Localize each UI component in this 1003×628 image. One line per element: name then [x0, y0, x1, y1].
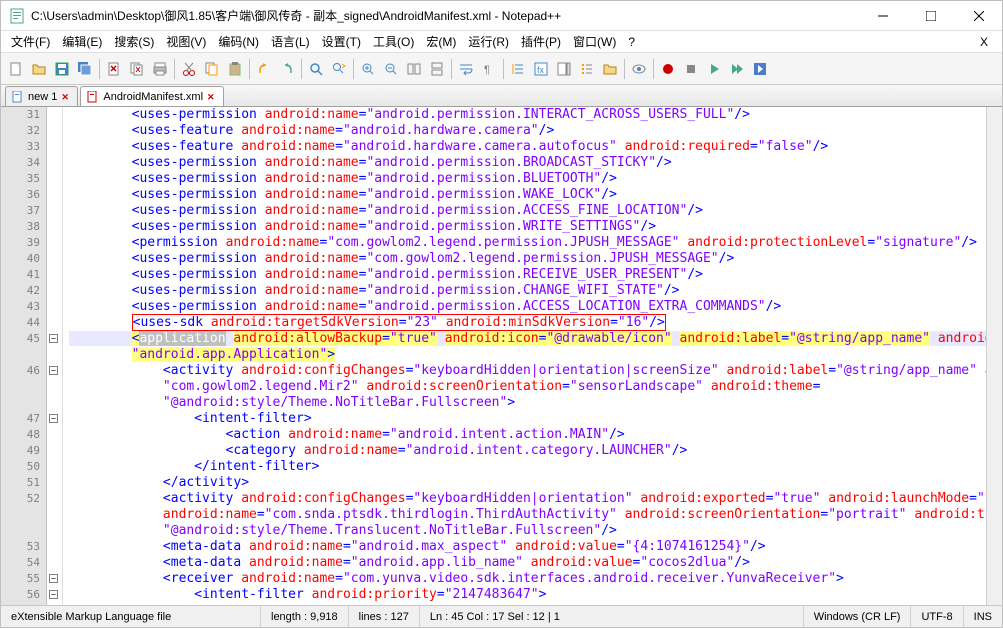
zoom-out-icon[interactable]	[380, 58, 402, 80]
save-all-icon[interactable]	[74, 58, 96, 80]
menu-help[interactable]: ?	[622, 33, 641, 51]
fold-column[interactable]: − − − − −	[47, 107, 63, 605]
status-position: Ln : 45 Col : 17 Sel : 12 | 1	[420, 606, 804, 627]
minimize-button[interactable]	[868, 1, 898, 31]
titlebar: C:\Users\admin\Desktop\御风1.85\客户端\御风传奇 -…	[1, 1, 1002, 31]
fold-toggle[interactable]: −	[49, 574, 58, 583]
open-file-icon[interactable]	[28, 58, 50, 80]
status-lines: lines : 127	[349, 606, 420, 627]
record-macro-icon[interactable]	[657, 58, 679, 80]
statusbar: eXtensible Markup Language file length :…	[1, 605, 1002, 627]
func-list-icon[interactable]	[576, 58, 598, 80]
svg-text:¶: ¶	[484, 64, 490, 76]
doc-map-icon[interactable]	[553, 58, 575, 80]
sync-v-icon[interactable]	[403, 58, 425, 80]
tab-label: new 1	[28, 91, 57, 103]
monitor-icon[interactable]	[628, 58, 650, 80]
code-content[interactable]: <uses-permission android:name="android.p…	[63, 107, 986, 605]
play-macro-icon[interactable]	[703, 58, 725, 80]
undo-icon[interactable]	[253, 58, 275, 80]
save-macro-icon[interactable]	[749, 58, 771, 80]
status-ins: INS	[964, 606, 1002, 627]
tab-close-icon[interactable]: ✕	[61, 92, 71, 102]
indent-guide-icon[interactable]	[507, 58, 529, 80]
menu-settings[interactable]: 设置(T)	[316, 31, 367, 52]
tab-androidmanifest[interactable]: AndroidManifest.xml ✕	[80, 86, 224, 106]
tab-label: AndroidManifest.xml	[103, 91, 203, 103]
maximize-button[interactable]	[916, 1, 946, 31]
fold-toggle[interactable]: −	[49, 414, 58, 423]
close-all-icon[interactable]	[126, 58, 148, 80]
cut-icon[interactable]	[178, 58, 200, 80]
menu-tools[interactable]: 工具(O)	[367, 31, 420, 52]
stop-macro-icon[interactable]	[680, 58, 702, 80]
vertical-scrollbar[interactable]	[986, 107, 1002, 605]
svg-text:fx: fx	[537, 65, 545, 75]
new-file-icon[interactable]	[5, 58, 27, 80]
play-multi-icon[interactable]	[726, 58, 748, 80]
print-icon[interactable]	[149, 58, 171, 80]
menu-window[interactable]: 窗口(W)	[567, 31, 622, 52]
tabbar: new 1 ✕ AndroidManifest.xml ✕	[1, 85, 1002, 107]
tab-new1[interactable]: new 1 ✕	[5, 86, 78, 106]
menu-language[interactable]: 语言(L)	[265, 31, 316, 52]
menu-run[interactable]: 运行(R)	[462, 31, 515, 52]
menu-plugins[interactable]: 插件(P)	[515, 31, 567, 52]
status-eol: Windows (CR LF)	[804, 606, 912, 627]
menu-edit[interactable]: 编辑(E)	[56, 31, 108, 52]
status-filetype: eXtensible Markup Language file	[1, 606, 261, 627]
find-icon[interactable]	[305, 58, 327, 80]
fold-toggle[interactable]: −	[49, 366, 58, 375]
save-icon[interactable]	[51, 58, 73, 80]
folder-panel-icon[interactable]	[599, 58, 621, 80]
lang-icon[interactable]: fx	[530, 58, 552, 80]
menu-macro[interactable]: 宏(M)	[420, 31, 462, 52]
editor-area[interactable]: 3132333435363738394041424344454647484950…	[1, 107, 1002, 605]
sync-h-icon[interactable]	[426, 58, 448, 80]
show-all-chars-icon[interactable]: ¶	[478, 58, 500, 80]
menu-file[interactable]: 文件(F)	[5, 31, 56, 52]
copy-icon[interactable]	[201, 58, 223, 80]
close-file-icon[interactable]	[103, 58, 125, 80]
close-button[interactable]	[964, 1, 994, 31]
app-icon	[9, 8, 25, 24]
redo-icon[interactable]	[276, 58, 298, 80]
paste-icon[interactable]	[224, 58, 246, 80]
fold-toggle[interactable]: −	[49, 590, 58, 599]
line-number-gutter: 3132333435363738394041424344454647484950…	[1, 107, 47, 605]
file-icon	[87, 91, 99, 103]
file-icon	[12, 91, 24, 103]
word-wrap-icon[interactable]	[455, 58, 477, 80]
tab-close-icon[interactable]: ✕	[207, 92, 217, 102]
zoom-in-icon[interactable]	[357, 58, 379, 80]
menubar: 文件(F) 编辑(E) 搜索(S) 视图(V) 编码(N) 语言(L) 设置(T…	[1, 31, 1002, 53]
menubar-close-button[interactable]: X	[970, 33, 998, 51]
replace-icon[interactable]	[328, 58, 350, 80]
window-title: C:\Users\admin\Desktop\御风1.85\客户端\御风传奇 -…	[31, 7, 868, 24]
fold-toggle[interactable]: −	[49, 334, 58, 343]
status-length: length : 9,918	[261, 606, 349, 627]
status-encoding: UTF-8	[911, 606, 963, 627]
menu-encoding[interactable]: 编码(N)	[212, 31, 265, 52]
toolbar: ¶ fx	[1, 53, 1002, 85]
menu-view[interactable]: 视图(V)	[160, 31, 212, 52]
menu-search[interactable]: 搜索(S)	[108, 31, 160, 52]
